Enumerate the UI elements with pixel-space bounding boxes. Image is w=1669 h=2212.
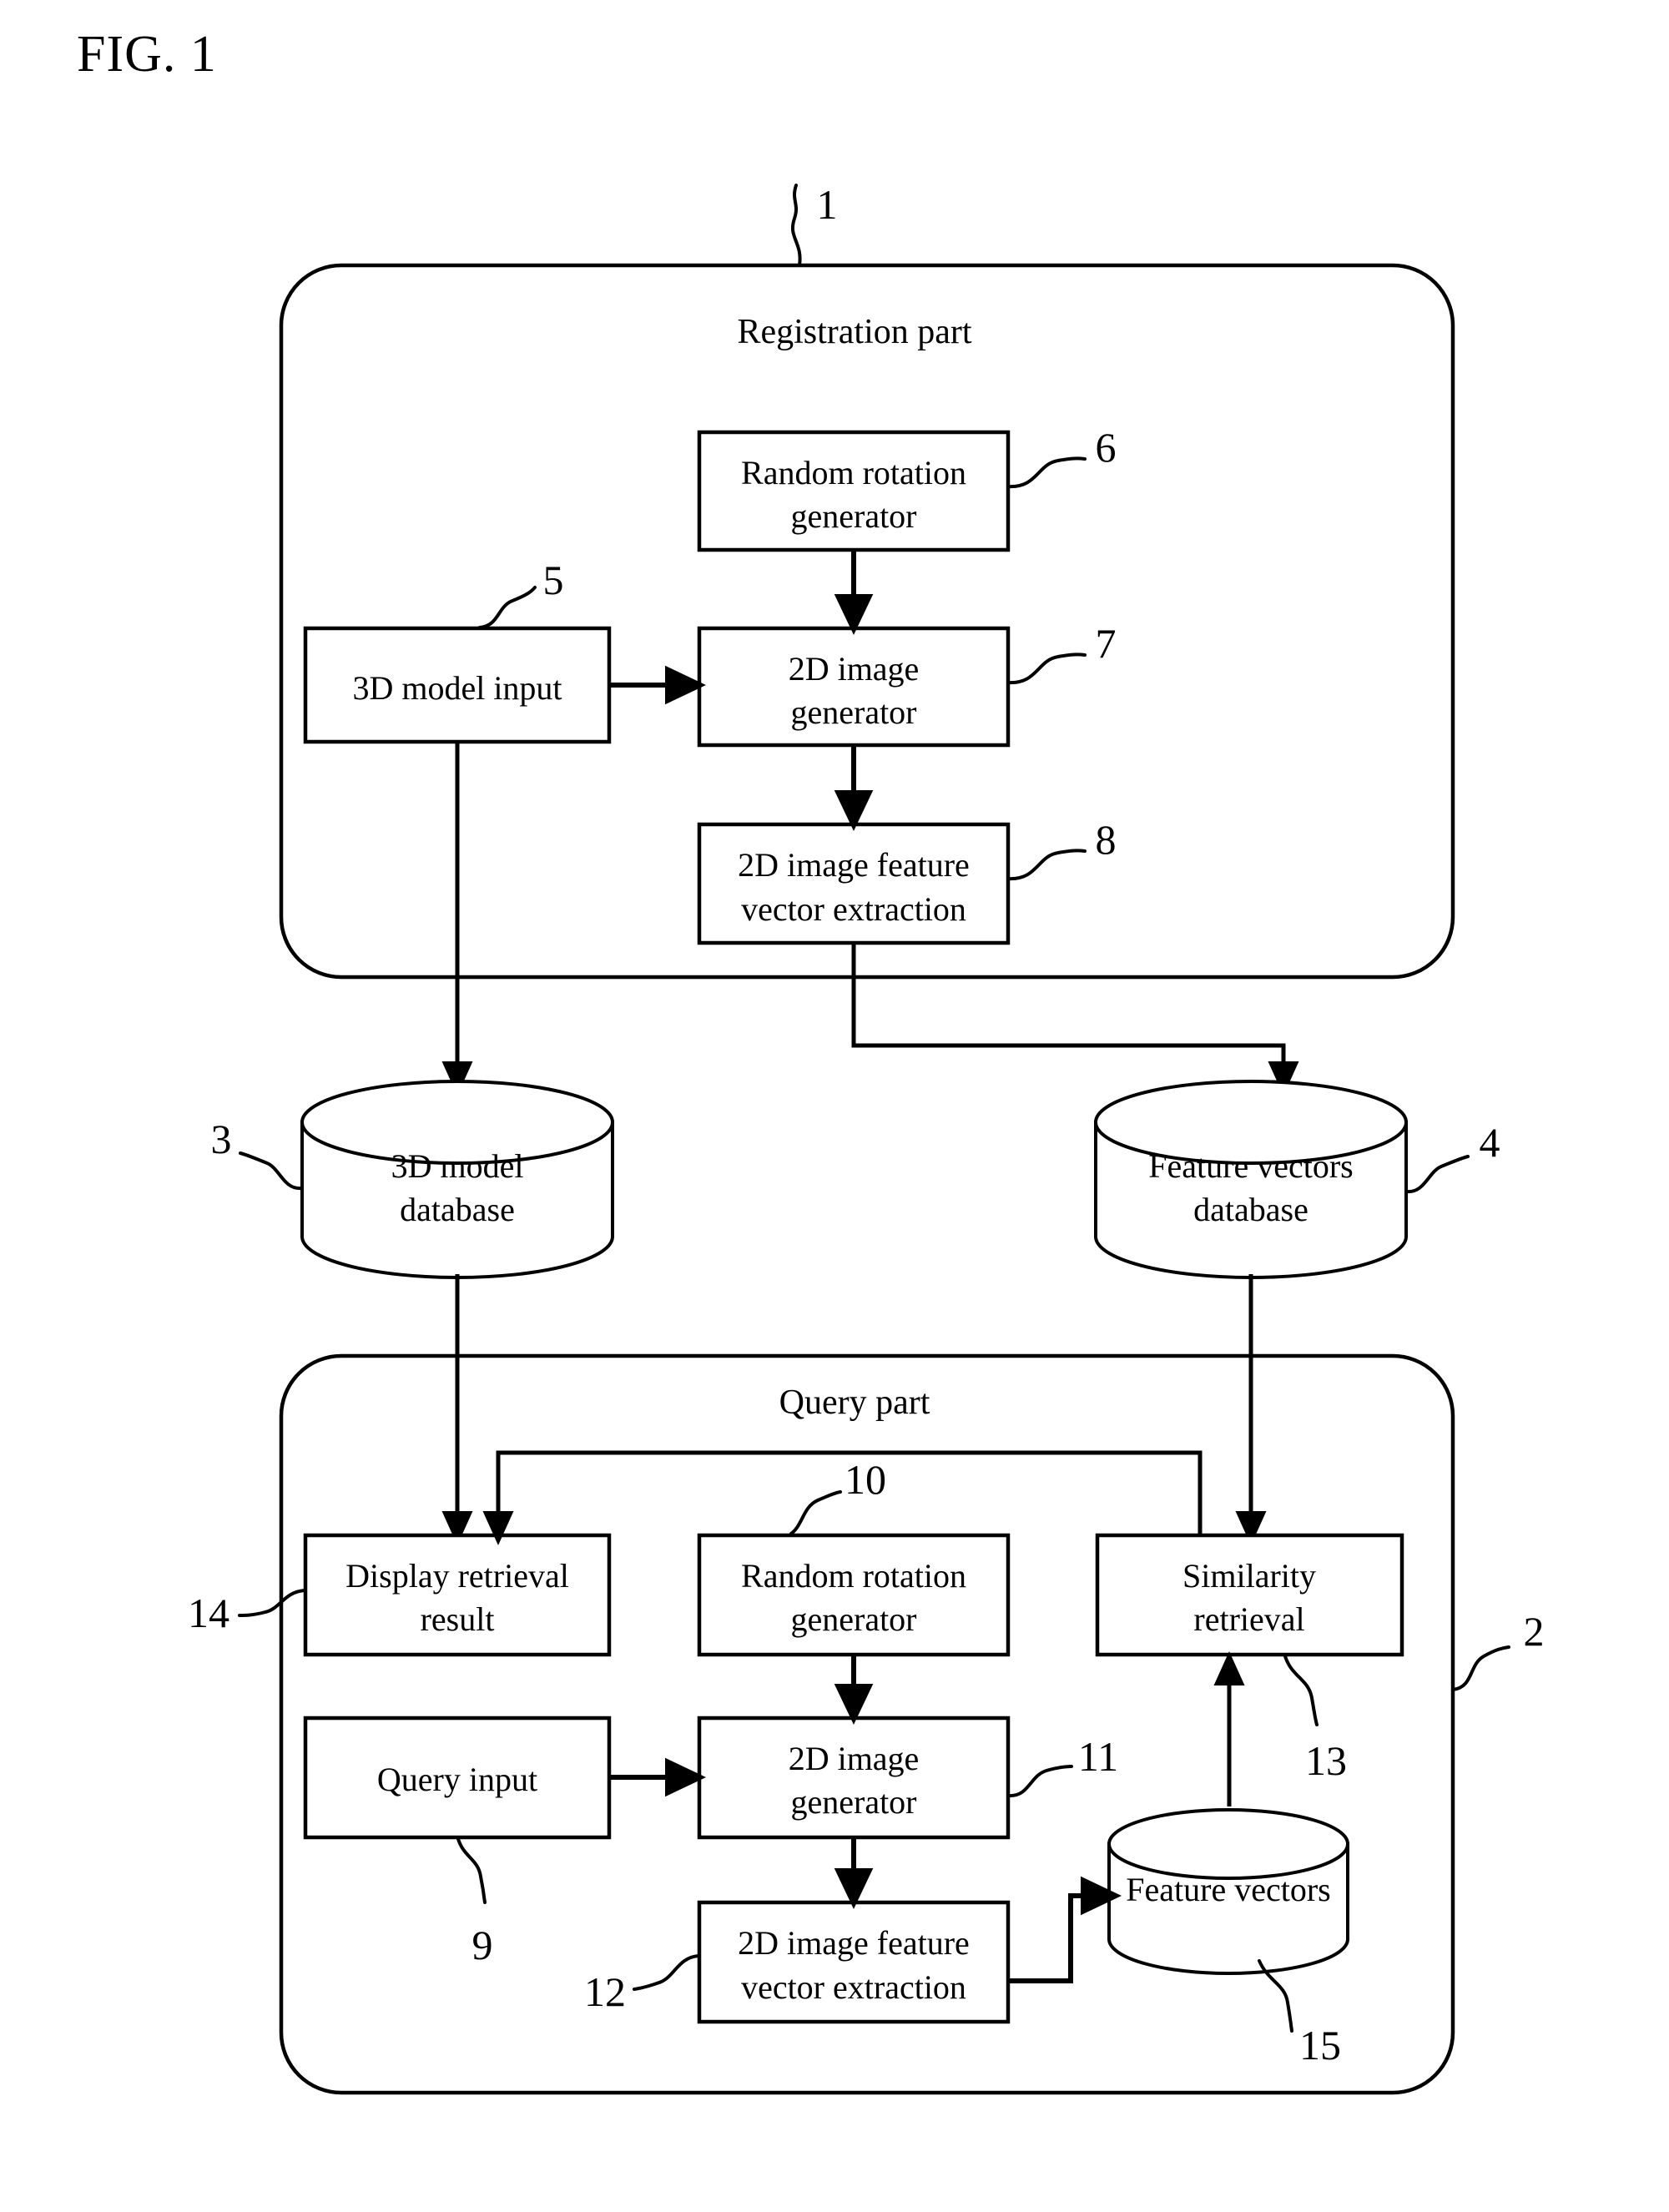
block-2d-feature-extraction-bottom-line1: 2D image feature [738, 1924, 970, 1962]
callout-8-leader [1006, 849, 1087, 881]
block-2d-image-generator-top-line1: 2D image [789, 650, 920, 688]
callout-14-leader [238, 1589, 306, 1617]
block-2d-image-generator-bottom-line1: 2D image [789, 1740, 920, 1777]
callout-7-leader [1006, 653, 1087, 685]
callout-1-leader [790, 184, 802, 267]
block-random-rotation-generator-top-line2: generator [790, 497, 916, 535]
callout-15-number: 15 [1299, 2022, 1341, 2068]
callout-2-leader [1451, 1645, 1510, 1691]
callout-12-leader [633, 1954, 700, 1991]
callout-4-leader [1405, 1155, 1470, 1194]
callout-11-leader [1006, 1765, 1073, 1798]
callout-10-leader [789, 1490, 842, 1535]
callout-6-number: 6 [1096, 424, 1117, 471]
block-2d-image-generator-bottom-line2: generator [790, 1783, 916, 1821]
callout-10-number: 10 [845, 1456, 886, 1503]
block-2d-feature-extraction-top-line1: 2D image feature [738, 846, 970, 884]
db-feature-vectors-database-line2: database [1193, 1191, 1308, 1228]
diagram-canvas: 1 Registration part Random rotation gene… [188, 181, 1545, 2095]
block-query-input-label: Query input [377, 1761, 537, 1798]
callout-6-leader [1006, 456, 1087, 489]
block-random-rotation-generator-top-line1: Random rotation [741, 454, 966, 491]
callout-14-number: 14 [188, 1590, 229, 1636]
db-3d-model-database-line2: database [400, 1191, 515, 1228]
callout-9-number: 9 [472, 1922, 493, 1968]
arrow-extraction-to-featurevectors [1008, 1876, 1122, 1983]
callout-13-leader [1283, 1655, 1319, 1726]
block-3d-model-input-label: 3D model input [352, 669, 562, 707]
block-random-rotation-generator-bottom-line1: Random rotation [741, 1557, 966, 1595]
block-display-retrieval-result-line2: result [421, 1600, 495, 1638]
callout-12-number: 12 [584, 1968, 626, 2015]
query-part-label: Query part [779, 1383, 930, 1422]
registration-part-label: Registration part [737, 313, 971, 351]
db-feature-vectors-store-label: Feature vectors [1126, 1871, 1330, 1908]
callout-7-number: 7 [1096, 620, 1117, 667]
callout-13-number: 13 [1305, 1737, 1347, 1784]
callout-3-number: 3 [211, 1116, 232, 1162]
callout-3-leader [239, 1151, 303, 1191]
callout-11-number: 11 [1078, 1733, 1118, 1780]
block-display-retrieval-result-line1: Display retrieval [345, 1557, 569, 1595]
callout-5-leader [478, 586, 537, 629]
callout-4-number: 4 [1480, 1119, 1500, 1166]
callout-8-number: 8 [1096, 816, 1117, 863]
block-random-rotation-generator-bottom-line2: generator [790, 1600, 916, 1638]
block-2d-image-generator-top-line2: generator [790, 693, 916, 731]
figure-page: FIG. 1 1 Registration part Random rotati… [0, 0, 1669, 2212]
block-similarity-retrieval-line1: Similarity [1182, 1557, 1316, 1595]
callout-1-number: 1 [817, 181, 838, 228]
arrow-extraction-to-featuredb [851, 943, 1299, 1096]
db-3d-model-database-line1: 3D model [391, 1147, 524, 1185]
callout-2-number: 2 [1524, 1608, 1545, 1655]
callout-9-leader [456, 1837, 487, 1904]
callout-5-number: 5 [543, 557, 564, 603]
block-2d-feature-extraction-bottom-line2: vector extraction [741, 1968, 966, 2006]
block-2d-feature-extraction-top-line2: vector extraction [741, 890, 966, 928]
block-similarity-retrieval-line2: retrieval [1193, 1600, 1304, 1638]
db-feature-vectors-database-line1: Feature vectors [1148, 1147, 1353, 1185]
